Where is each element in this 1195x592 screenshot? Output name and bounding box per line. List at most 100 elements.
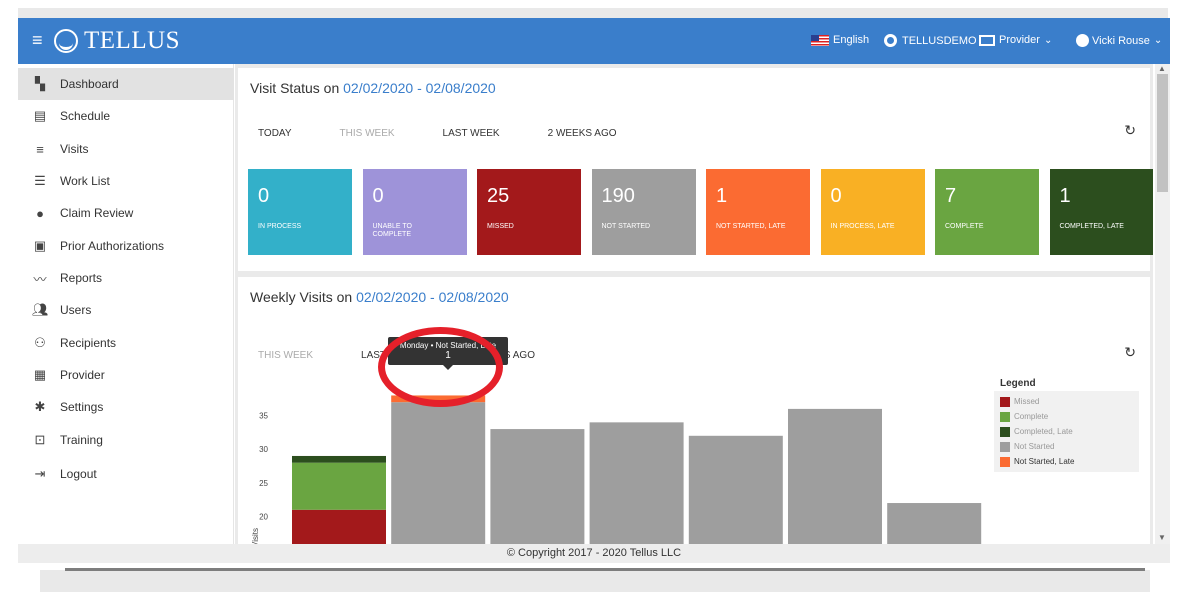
agency-label: TELLUSDEMO [902,34,977,47]
footer: © Copyright 2017 - 2020 Tellus LLC [18,544,1170,563]
alert-icon: ● [36,205,44,221]
status-count: 0 [258,185,270,207]
sidebar-item-visits[interactable]: ≡ Visits [18,133,234,165]
tellus-logo-icon [54,29,78,53]
status-label: MISSED [487,223,514,230]
status-box-not-started-late[interactable]: 1 NOT STARTED, LATE [706,169,810,255]
bar-segment[interactable] [292,455,386,463]
hamburger-menu-icon[interactable]: ≡ [32,30,43,50]
legend-item[interactable]: Complete [1000,409,1133,424]
sidebar-item-schedule[interactable]: ▤ Schedule [18,100,234,132]
app-logo[interactable]: TELLUS [54,27,181,54]
sidebar-item-logout[interactable]: ⇥ Logout [18,458,234,490]
sidebar-item-dashboard[interactable]: ▚ Dashboard [18,68,234,100]
status-box-in-process[interactable]: 0 IN PROCESS [248,169,352,255]
legend-item[interactable]: Not Started, Late [1000,454,1133,469]
bar-segment[interactable] [490,429,585,544]
sidebar: ▚ Dashboard ▤ Schedule ≡ Visits ☰ Work L… [18,64,234,544]
sidebar-item-work-list[interactable]: ☰ Work List [18,165,234,197]
copyright-text: © Copyright 2017 - 2020 Tellus LLC [506,547,682,559]
legend-item[interactable]: Completed, Late [1000,424,1133,439]
tooltip-title: Monday • Not Started, Late [399,341,497,350]
frame-bottom [40,570,1150,592]
chevron-down-icon: ⌄ [1153,35,1163,46]
clipboard-icon: ▦ [33,367,47,382]
status-label: NOT STARTED, LATE [716,223,786,230]
frame-top [18,8,1168,18]
sidebar-item-recipients[interactable]: ⚇ Recipients [18,327,234,359]
sidebar-item-label: Reports [60,271,103,285]
sidebar-item-label: Claim Review [60,206,134,220]
sidebar-item-claim-review[interactable]: ● Claim Review [18,197,234,229]
scrollbar[interactable]: ▲ ▼ [1155,64,1170,544]
bar-segment[interactable] [292,462,386,510]
tab-today[interactable]: TODAY [258,128,292,139]
bar-segment[interactable] [391,402,486,544]
us-flag-icon [811,34,829,46]
y-tick-label: 35 [259,412,268,421]
sidebar-item-training[interactable]: ⊡ Training [18,424,234,456]
scrollbar-thumb[interactable] [1157,74,1168,192]
tab-last-week[interactable]: LAST WEEK [443,128,500,139]
sidebar-item-label: Logout [60,467,97,481]
user-avatar-icon [1076,34,1089,47]
bar-segment[interactable] [391,395,486,403]
legend-swatch [1000,411,1010,422]
role-label: Provider [999,34,1040,46]
legend-label: Completed, Late [1014,427,1073,436]
legend-item[interactable]: Missed [1000,394,1133,409]
status-box-complete[interactable]: 7 COMPLETE [935,169,1039,255]
scroll-down-arrow-icon[interactable]: ▼ [1158,533,1166,542]
status-box-in-process-late[interactable]: 0 IN PROCESS, LATE [820,169,925,255]
bar-segment[interactable] [887,503,982,544]
status-count: 1 [1059,185,1071,207]
user-name: Vicki Rouse [1092,34,1150,47]
visit-status-date-range[interactable]: 02/02/2020 - 02/08/2020 [343,80,496,96]
status-box-unable-to-complete[interactable]: 0 UNABLE TO COMPLETE [362,169,467,255]
tab-2-weeks-ago[interactable]: 2 WEEKS AGO [548,128,617,139]
app-name: TELLUS [84,27,181,54]
screenshot-frame: ≡ TELLUS English TELLUSDEMO Provider ⌄ V… [0,0,1195,592]
chevron-down-icon: ⌄ [1043,34,1053,46]
id-card-icon [979,34,995,46]
status-box-missed[interactable]: 25 MISSED [477,169,581,255]
language-label: English [833,34,870,46]
visit-status-title: Visit Status on 02/02/2020 - 02/08/2020 [250,80,496,96]
frame-bottom-line [65,568,1145,571]
status-box-completed-late[interactable]: 1 COMPLETED, LATE [1049,169,1153,255]
role-selector[interactable]: Provider ⌄ [979,34,1052,46]
sidebar-item-settings[interactable]: ✱ Settings [18,391,234,423]
status-label: IN PROCESS, LATE [830,223,895,230]
refresh-icon[interactable]: ↻ [1124,344,1136,361]
sidebar-item-users[interactable]: 👥︎ Users [18,294,234,326]
gear-icon: ✱ [34,399,46,414]
sidebar-item-label: Training [60,433,103,447]
legend-swatch [1000,456,1010,467]
agency-selector[interactable]: TELLUSDEMO [884,34,977,47]
visit-status-tabs: TODAY THIS WEEK LAST WEEK 2 WEEKS AGO [258,128,665,139]
scroll-up-arrow-icon[interactable]: ▲ [1158,64,1166,73]
sidebar-item-label: Settings [60,400,104,414]
bar-segment[interactable] [788,408,882,544]
sidebar-item-reports[interactable]: 〰 Reports [18,262,234,294]
logout-icon: ⇥ [34,466,46,481]
bar-segment[interactable] [292,509,386,544]
user-menu[interactable]: Vicki Rouse ⌄ [1076,34,1162,47]
y-axis-label: Visits [251,528,260,544]
legend-label: Not Started, Late [1014,457,1075,466]
bar-segment[interactable] [688,435,783,544]
legend-item[interactable]: Not Started [1000,439,1133,454]
bar-segment[interactable] [589,422,684,544]
status-box-not-started[interactable]: 190 NOT STARTED [591,169,696,255]
status-count: 0 [372,185,384,207]
language-selector[interactable]: English [811,34,869,46]
tab-this-week[interactable]: THIS WEEK [340,128,395,139]
y-tick-label: 25 [259,479,268,488]
refresh-icon[interactable]: ↻ [1124,122,1136,139]
sidebar-item-prior-authorizations[interactable]: ▣ Prior Authorizations [18,230,234,262]
legend-label: Missed [1014,397,1040,406]
sidebar-item-label: Provider [60,368,105,382]
sidebar-item-provider[interactable]: ▦ Provider [18,359,234,391]
legend-box: Missed Complete Completed, Late Not Started… [994,391,1139,472]
legend-title: Legend [1000,378,1036,389]
